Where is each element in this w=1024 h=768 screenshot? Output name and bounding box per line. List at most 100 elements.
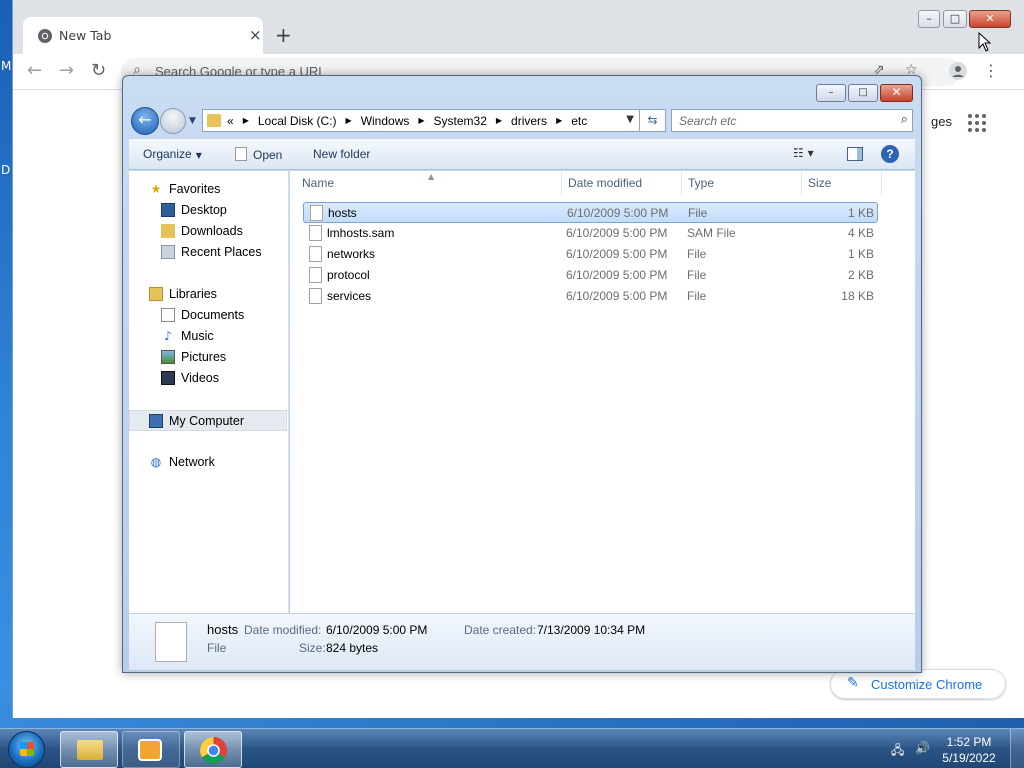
breadcrumb-local-disk[interactable]: Local Disk (C:) — [258, 114, 337, 128]
recent-pages-dropdown-icon[interactable]: ▼ — [189, 116, 196, 126]
open-label: Open — [253, 148, 283, 162]
file-row[interactable]: lmhosts.sam 6/10/2009 5:00 PM SAM File 4… — [303, 223, 878, 244]
file-row[interactable]: services 6/10/2009 5:00 PM File 18 KB — [303, 286, 878, 307]
file-row[interactable]: protocol 6/10/2009 5:00 PM File 2 KB — [303, 265, 878, 286]
desktop-icon-label-fragment: M — [1, 59, 12, 73]
nav-libraries[interactable]: Libraries — [129, 284, 287, 305]
address-dropdown-icon[interactable]: ▼ — [626, 114, 634, 125]
details-size-value: 824 bytes — [326, 641, 379, 655]
file-date: 6/10/2009 5:00 PM — [567, 206, 669, 220]
clock-date: 5/19/2022 — [942, 751, 996, 765]
search-input[interactable] — [672, 110, 887, 131]
new-tab-button[interactable]: + — [275, 23, 292, 47]
nav-videos[interactable]: Videos — [129, 368, 287, 389]
images-link[interactable]: ges — [931, 114, 952, 129]
taskbar-media-player-button[interactable] — [122, 731, 180, 768]
file-icon — [310, 205, 323, 221]
magnifier-icon[interactable]: ⌕ — [901, 112, 908, 127]
address-bar[interactable]: « ▶ Local Disk (C:) ▶ Windows ▶ System32… — [202, 109, 640, 132]
column-label: Type — [688, 176, 715, 190]
file-date: 6/10/2009 5:00 PM — [566, 226, 668, 240]
network-tray-icon[interactable]: 🖧 — [891, 741, 905, 757]
nav-documents[interactable]: Documents — [129, 305, 287, 326]
taskbar-explorer-button[interactable] — [60, 731, 118, 768]
nav-label: Videos — [181, 371, 219, 385]
column-header-type[interactable]: Type — [682, 171, 802, 196]
chrome-favicon-icon — [38, 29, 52, 43]
media-player-icon — [138, 739, 162, 761]
breadcrumb-separator-icon[interactable]: ▶ — [337, 114, 361, 128]
nav-network[interactable]: ◍ Network — [129, 452, 287, 473]
nav-my-computer[interactable]: My Computer — [129, 410, 287, 431]
tab-close-icon[interactable]: × — [249, 26, 262, 44]
details-file-name: hosts — [207, 622, 239, 637]
file-row[interactable]: networks 6/10/2009 5:00 PM File 1 KB — [303, 244, 878, 265]
file-size: 2 KB — [847, 268, 874, 282]
nav-pictures[interactable]: Pictures — [129, 347, 287, 368]
file-name: networks — [327, 247, 376, 261]
column-header-size[interactable]: Size — [802, 171, 882, 196]
explorer-close-button[interactable]: ✕ — [880, 84, 913, 102]
breadcrumb-separator-icon[interactable]: ▶ — [487, 114, 511, 128]
clock[interactable]: 1:52 PM 5/19/2022 — [938, 734, 1000, 766]
reload-icon[interactable]: ↻ — [91, 60, 106, 81]
sort-ascending-icon: ▲ — [428, 172, 435, 181]
nav-label: Network — [169, 455, 215, 469]
organize-button[interactable]: Organize ▼ — [143, 147, 202, 161]
forward-button[interactable] — [160, 108, 186, 134]
desktop-icon-label-fragment: D — [1, 163, 11, 177]
pencil-icon: ✎ — [847, 675, 859, 691]
breadcrumb-etc[interactable]: etc — [571, 114, 587, 128]
back-arrow-icon[interactable]: ← — [27, 60, 42, 81]
clock-time: 1:52 PM — [946, 735, 992, 749]
forward-arrow-icon[interactable]: → — [59, 60, 74, 81]
breadcrumb-separator-icon[interactable]: ▶ — [409, 114, 433, 128]
volume-icon[interactable]: 🔊 — [915, 741, 930, 755]
chrome-menu-icon[interactable]: ⋮ — [983, 61, 999, 80]
profile-avatar-icon[interactable] — [949, 62, 967, 80]
nav-label: Documents — [181, 308, 245, 322]
breadcrumb-separator-icon[interactable]: ▶ — [234, 114, 258, 128]
column-header-name[interactable]: Name ▲ — [290, 171, 562, 196]
change-view-icon[interactable]: ☷ ▾ — [793, 146, 814, 160]
file-icon — [235, 147, 247, 161]
file-date: 6/10/2009 5:00 PM — [566, 289, 668, 303]
nav-favorites[interactable]: ★ Favorites — [129, 179, 287, 200]
nav-recent-places[interactable]: Recent Places — [129, 242, 287, 263]
breadcrumb-system32[interactable]: System32 — [434, 114, 487, 128]
folder-icon — [77, 740, 103, 760]
explorer-minimize-button[interactable]: – — [816, 84, 846, 102]
taskbar: 🖧 🔊 1:52 PM 5/19/2022 — [0, 728, 1024, 768]
nav-music[interactable]: ♪ Music — [129, 326, 287, 347]
explorer-maximize-button[interactable]: □ — [848, 84, 878, 102]
breadcrumb-overflow[interactable]: « — [227, 114, 234, 128]
customize-chrome-button[interactable]: ✎ Customize Chrome — [830, 669, 1006, 699]
taskbar-chrome-button[interactable] — [184, 731, 242, 768]
help-icon[interactable]: ? — [881, 145, 899, 163]
chrome-minimize-button[interactable]: – — [918, 10, 940, 28]
breadcrumb-drivers[interactable]: drivers — [511, 114, 547, 128]
file-row[interactable]: hosts 6/10/2009 5:00 PM File 1 KB — [303, 202, 878, 223]
tab-new-tab[interactable]: New Tab × — [23, 17, 263, 54]
refresh-button[interactable]: ⇆ — [639, 109, 666, 132]
chrome-maximize-button[interactable]: □ — [943, 10, 967, 28]
nav-downloads[interactable]: Downloads — [129, 221, 287, 242]
back-button[interactable]: ← — [131, 107, 159, 135]
preview-pane-icon[interactable] — [847, 147, 863, 161]
show-desktop-button[interactable] — [1010, 729, 1024, 768]
search-box[interactable]: ⌕ — [671, 109, 913, 132]
breadcrumb-windows[interactable]: Windows — [361, 114, 410, 128]
chrome-close-button[interactable]: ✕ — [969, 10, 1011, 28]
start-button[interactable] — [8, 731, 45, 768]
folder-icon — [207, 114, 221, 127]
breadcrumb-separator-icon[interactable]: ▶ — [547, 114, 571, 128]
organize-label: Organize — [143, 147, 192, 161]
nav-desktop[interactable]: Desktop — [129, 200, 287, 221]
column-header-date-modified[interactable]: Date modified — [562, 171, 682, 196]
command-bar: Organize ▼ Open New folder ☷ ▾ ? — [129, 138, 915, 170]
apps-grid-icon[interactable] — [968, 114, 986, 132]
new-folder-button[interactable]: New folder — [313, 147, 370, 161]
documents-icon — [161, 308, 175, 322]
open-button[interactable]: Open — [235, 147, 282, 162]
computer-icon — [149, 414, 163, 428]
